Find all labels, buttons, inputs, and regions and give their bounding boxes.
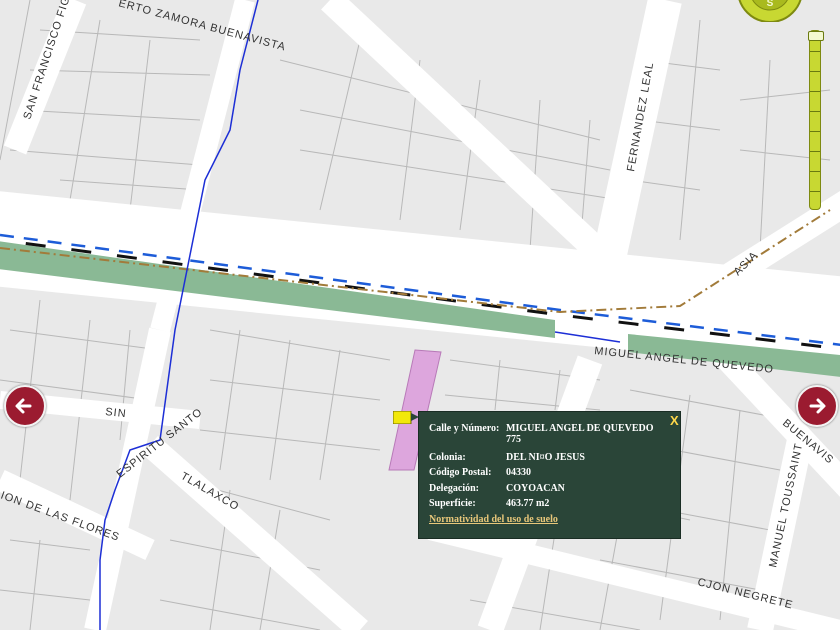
arrow-right-icon [809, 398, 826, 414]
popup-label: Superficie: [429, 498, 476, 509]
popup-label: Calle y Número: [429, 423, 500, 434]
popup-label: Código Postal: [429, 467, 492, 478]
land-use-regulation-link[interactable]: Normatividad del uso de suelo [429, 514, 558, 525]
popup-value: 463.77 m2 [506, 498, 550, 509]
compass-icon: S [738, 0, 802, 23]
popup-value: DEL NI¤O JESUS [506, 452, 585, 463]
pan-left-button[interactable] [4, 385, 46, 427]
zoom-slider[interactable] [808, 30, 824, 210]
street-label-san-francisco: SAN FRANCISCO FIG [21, 0, 72, 121]
compass-south-letter: S [767, 0, 774, 9]
arrow-left-icon [15, 398, 32, 414]
popup-pointer-icon [393, 411, 419, 424]
zoom-slider-handle[interactable] [808, 31, 824, 41]
street-label-zamora: ERTO ZAMORA BUENAVISTA [117, 0, 287, 54]
popup-close-button[interactable]: X [670, 413, 679, 428]
popup-label: Colonia: [429, 452, 466, 463]
popup-value: MIGUEL ANGEL DE QUEVEDO 775 [506, 423, 654, 445]
pan-right-button[interactable] [796, 385, 838, 427]
popup-value: COYOACAN [506, 483, 565, 494]
compass-rose[interactable]: S [733, 0, 807, 23]
popup-label: Delegación: [429, 483, 479, 494]
street-label-sin: SIN [105, 406, 127, 420]
popup-value: 04330 [506, 467, 531, 478]
parcel-info-popup: X Calle y Número: MIGUEL ANGEL DE QUEVED… [418, 411, 681, 539]
